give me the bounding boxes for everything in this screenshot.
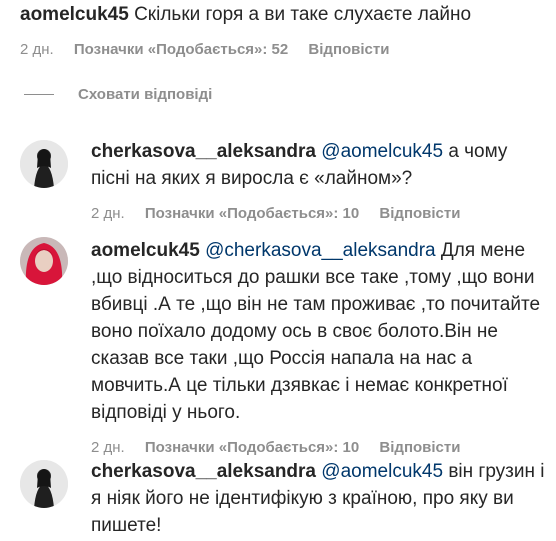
reply-text-block: cherkasova__aleksandra @aomelcuk45 а чом… [91,138,550,192]
reply-text-block: cherkasova__aleksandra @aomelcuk45 він г… [91,458,550,539]
reply-username[interactable]: aomelcuk45 [91,240,200,261]
reply-body: cherkasova__aleksandra @aomelcuk45 а чом… [91,138,550,224]
reply-meta: 2 дн. Позначки «Подобається»: 10 Відпові… [91,438,550,458]
avatar-aomelcuk45-icon[interactable] [20,237,68,285]
reply-mention[interactable]: @aomelcuk45 [321,461,443,482]
top-comment-time[interactable]: 2 дн. [20,41,54,58]
hide-replies-button[interactable]: Сховати відповіді [24,86,212,103]
reply-reply-button[interactable]: Відповісти [379,205,460,222]
hide-replies-divider [24,94,54,95]
reply-mention[interactable]: @aomelcuk45 [321,141,443,162]
reply-likes[interactable]: Позначки «Подобається»: 10 [145,439,359,456]
hide-replies-label[interactable]: Сховати відповіді [78,86,212,103]
reply-text-block: aomelcuk45 @cherkasova__aleksandra Для м… [91,237,550,426]
reply-mention[interactable]: @cherkasova__aleksandra [205,240,436,261]
top-comment-meta: 2 дн. Позначки «Подобається»: 52 Відпові… [20,40,550,60]
reply-body: cherkasova__aleksandra @aomelcuk45 він г… [91,458,550,539]
top-comment-text: Скільки горя а ви таке слухаєте лайно [134,4,472,25]
reply-username[interactable]: cherkasova__aleksandra [91,461,316,482]
reply-item: aomelcuk45 @cherkasova__aleksandra Для м… [20,237,550,456]
reply-item: cherkasova__aleksandra @aomelcuk45 він г… [20,458,550,541]
reply-likes[interactable]: Позначки «Подобається»: 10 [145,205,359,222]
reply-body: aomelcuk45 @cherkasova__aleksandra Для м… [91,237,550,458]
top-comment-text-line: aomelcuk45 Скільки горя а ви таке слухає… [20,2,550,28]
reply-reply-button[interactable]: Відповісти [379,439,460,456]
top-comment-username[interactable]: aomelcuk45 [20,4,129,25]
avatar-cherkasova-icon[interactable] [20,140,68,188]
top-comment-reply-button[interactable]: Відповісти [308,41,389,58]
reply-meta: 2 дн. Позначки «Подобається»: 10 Відпові… [91,204,550,224]
top-comment: aomelcuk45 Скільки горя а ви таке слухає… [20,2,550,60]
reply-username[interactable]: cherkasova__aleksandra [91,141,316,162]
top-comment-likes[interactable]: Позначки «Подобається»: 52 [74,41,288,58]
reply-time[interactable]: 2 дн. [91,205,125,222]
avatar-cherkasova-icon[interactable] [20,460,68,508]
reply-time[interactable]: 2 дн. [91,439,125,456]
reply-text: Для мене ,що відноситься до рашки все та… [91,240,541,423]
reply-item: cherkasova__aleksandra @aomelcuk45 а чом… [20,136,550,226]
